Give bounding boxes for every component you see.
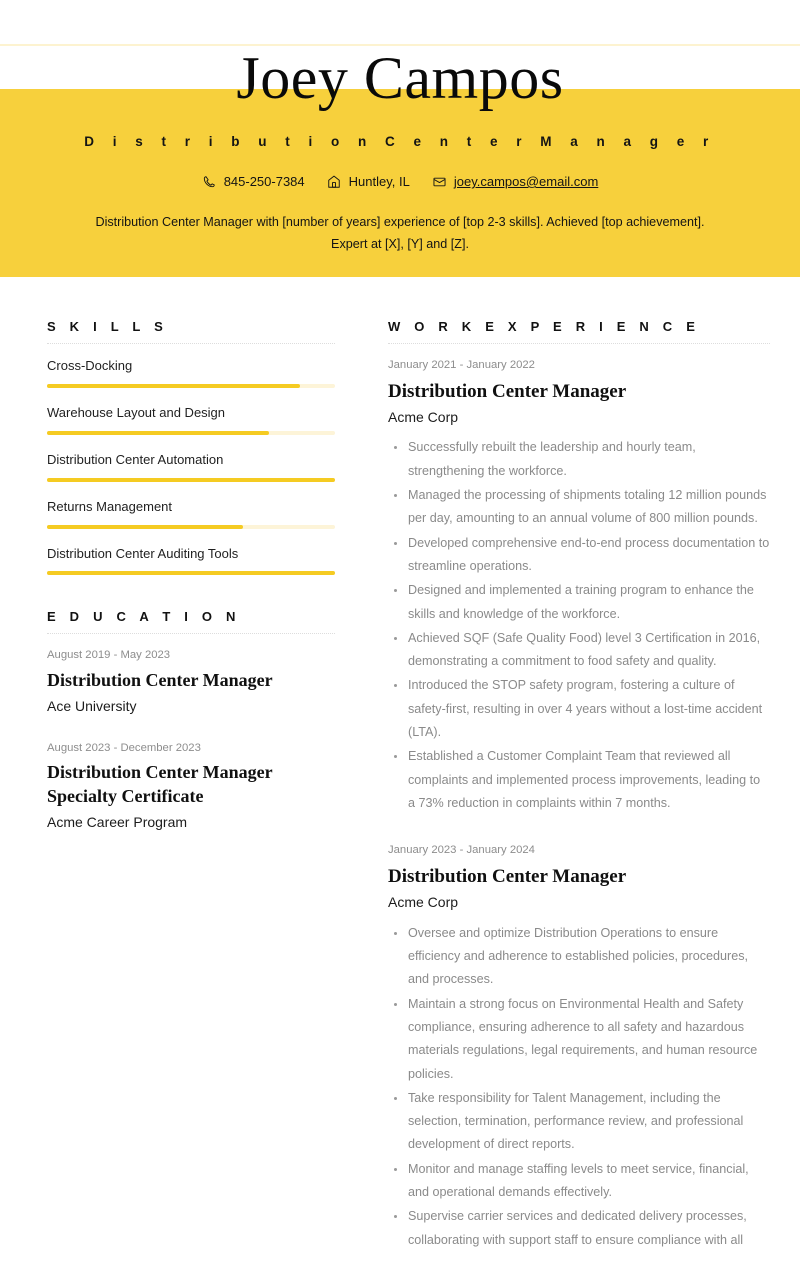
job-bullet: Oversee and optimize Distribution Operat… <box>394 922 770 992</box>
job-title: Distribution Center Manager <box>388 380 627 402</box>
job-bullet: Take responsibility for Talent Managemen… <box>394 1087 770 1157</box>
skill-item: Distribution Center Automation <box>47 452 335 482</box>
skills-section: S K I L L S Cross-Docking Warehouse Layou… <box>47 319 335 576</box>
skill-label: Distribution Center Auditing Tools <box>47 545 239 561</box>
contact-phone[interactable]: 845-250-7384 <box>202 174 305 189</box>
skills-section-rule <box>47 343 335 344</box>
job-bullet: Designed and implemented a training prog… <box>394 579 770 626</box>
skill-level-fill <box>47 571 335 576</box>
job-company: Acme Corp <box>388 894 459 911</box>
job-bullet: Successfully rebuilt the leadership and … <box>394 436 770 483</box>
contact-location: Huntley, IL <box>327 174 410 189</box>
right-column: W O R K E X P E R I E N C E January 2021… <box>350 319 800 1280</box>
job-bullet-list: Successfully rebuilt the leadership and … <box>388 436 770 815</box>
summary-line-1: Distribution Center Manager with [number… <box>95 215 705 229</box>
skill-level-fill <box>47 430 269 435</box>
resume-body: S K I L L S Cross-Docking Warehouse Layou… <box>0 277 800 1280</box>
job-dates: January 2021 - January 2022 <box>388 359 535 371</box>
phone-icon <box>202 174 217 189</box>
left-column: S K I L L S Cross-Docking Warehouse Layou… <box>0 319 350 833</box>
skill-level-fill <box>47 477 335 482</box>
education-entry-dates: August 2019 - May 2023 <box>47 649 171 662</box>
contact-email[interactable]: joey.campos@email.com <box>432 174 598 189</box>
profile-summary: Distribution Center Manager with [number… <box>70 211 730 255</box>
job-company: Acme Corp <box>388 408 459 425</box>
job-bullet-list: Oversee and optimize Distribution Operat… <box>388 922 770 1252</box>
job-title: Distribution Center Manager <box>388 866 627 888</box>
skill-item: Returns Management <box>47 499 335 529</box>
skill-item: Distribution Center Auditing Tools <box>47 546 335 576</box>
work-experience-entry: January 2023 - January 2024 Distribution … <box>388 843 770 1252</box>
job-bullet: Supervise carrier services and dedicated… <box>394 1205 770 1252</box>
education-entry: August 2019 - May 2023 Distribution Cente… <box>47 648 335 716</box>
education-list: August 2019 - May 2023 Distribution Cente… <box>47 648 335 832</box>
skills-list: Cross-Docking Warehouse Layout and Design… <box>47 358 335 576</box>
work-experience-list: January 2021 - January 2022 Distribution … <box>388 358 770 1252</box>
job-bullet: Maintain a strong focus on Environmental… <box>394 993 770 1086</box>
education-entry-degree: Distribution Center Manager <box>47 670 273 691</box>
job-bullet: Introduced the STOP safety program, fost… <box>394 674 770 744</box>
job-bullet: Monitor and manage staffing levels to me… <box>394 1158 770 1205</box>
map-marker-icon <box>327 174 342 189</box>
skill-label: Distribution Center Automation <box>47 451 224 467</box>
education-section-rule <box>47 633 335 635</box>
skill-level-track <box>47 477 335 482</box>
education-entry: August 2023 - December 2023 Distribution … <box>47 741 335 833</box>
job-bullet: Managed the processing of shipments tota… <box>394 484 770 531</box>
skill-level-track <box>47 383 335 388</box>
email-text[interactable]: joey.campos@email.com <box>454 174 598 189</box>
education-entry-degree: Distribution Center Manager Specialty Ce… <box>47 762 273 807</box>
skill-item: Cross-Docking <box>47 358 335 388</box>
skill-label: Cross-Docking <box>47 358 133 373</box>
education-section: E D U C A T I O N August 2019 - May 2023… <box>47 609 335 832</box>
location-text: Huntley, IL <box>348 174 410 189</box>
skill-label: Returns Management <box>47 498 173 514</box>
job-bullet: Developed comprehensive end-to-end proce… <box>394 532 770 579</box>
resume-header: Joey Campos D i s t r i b u t i o n C e … <box>0 0 800 277</box>
email-icon <box>432 174 447 189</box>
skill-label: Warehouse Layout and Design <box>47 404 226 420</box>
skill-item: Warehouse Layout and Design <box>47 405 335 435</box>
work-experience-section-title: W O R K E X P E R I E N C E <box>388 319 701 334</box>
skill-level-fill <box>47 524 243 529</box>
summary-line-2: Expert at [X], [Y] and [Z]. <box>331 237 469 252</box>
job-bullet: Established a Customer Complaint Team th… <box>394 745 770 815</box>
skill-level-fill <box>47 383 301 388</box>
education-section-title: E D U C A T I O N <box>47 609 241 625</box>
work-experience-entry: January 2021 - January 2022 Distribution … <box>388 358 770 815</box>
skill-level-track <box>47 430 335 435</box>
candidate-name: Joey Campos <box>236 45 564 111</box>
contact-row: 845-250-7384 Huntley, IL joey.campos@ema… <box>0 174 800 189</box>
job-bullet: Achieved SQF (Safe Quality Food) level 3… <box>394 627 770 674</box>
skill-level-track <box>47 571 335 576</box>
candidate-job-title: D i s t r i b u t i o n C e n t e r M a … <box>84 134 716 149</box>
work-experience-section-rule <box>388 343 770 344</box>
education-entry-institution: Acme Career Program <box>47 813 188 830</box>
phone-text: 845-250-7384 <box>223 174 305 189</box>
skill-level-track <box>47 524 335 529</box>
skills-section-title: S K I L L S <box>47 319 169 334</box>
education-entry-dates: August 2023 - December 2023 <box>47 741 201 754</box>
education-entry-institution: Ace University <box>47 698 137 715</box>
job-dates: January 2023 - January 2024 <box>388 844 535 857</box>
